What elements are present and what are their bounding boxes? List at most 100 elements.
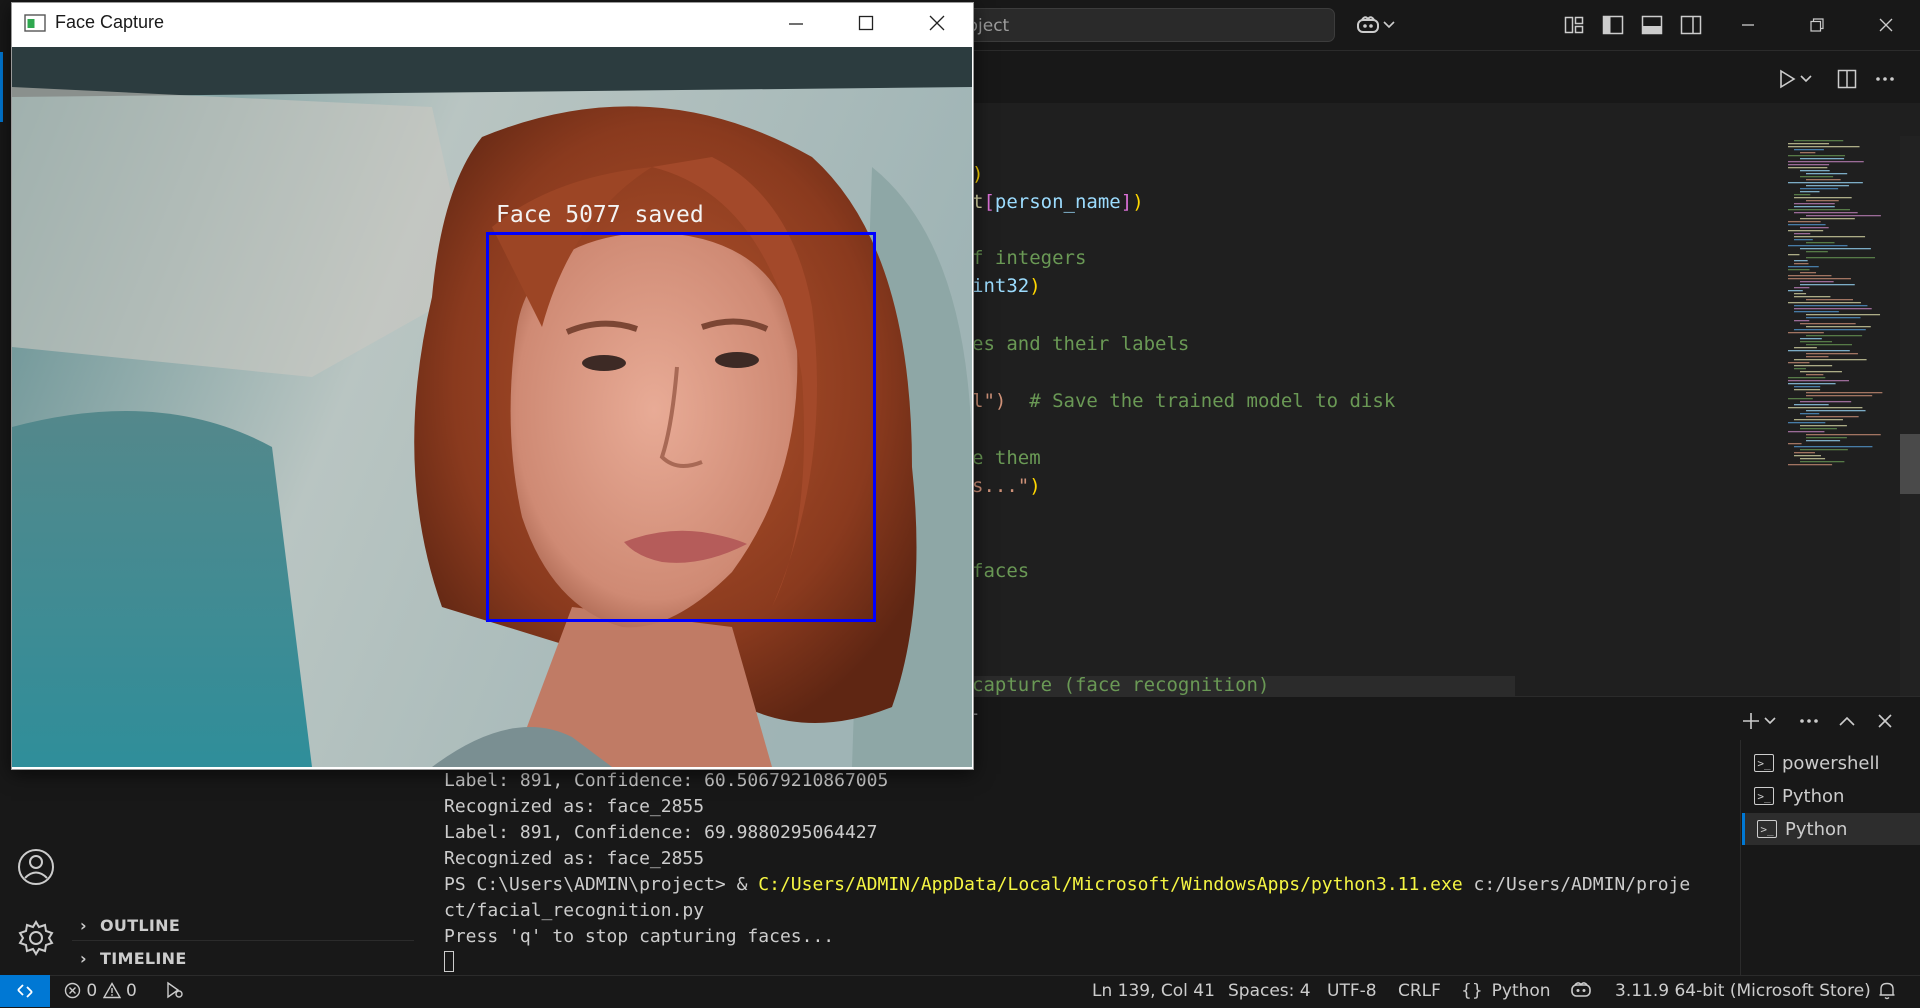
minimap-line xyxy=(1806,173,1848,175)
code-line[interactable]: int32) xyxy=(972,275,1041,297)
editor-breadcrumb-area xyxy=(960,103,1780,172)
toggle-primary-sidebar-icon[interactable] xyxy=(1600,12,1626,38)
new-terminal-plus-icon[interactable] xyxy=(1738,708,1764,734)
manage-gear-icon[interactable] xyxy=(16,918,56,958)
minimap-line xyxy=(1800,341,1833,343)
code-line[interactable]: s...") xyxy=(972,475,1041,497)
terminal-output-line: Press 'q' to stop capturing faces... xyxy=(444,926,835,947)
minimize-icon[interactable] xyxy=(1735,12,1761,38)
toggle-secondary-sidebar-icon[interactable] xyxy=(1678,12,1704,38)
terminal-tab-python-active[interactable]: >_ Python xyxy=(1742,813,1920,845)
warning-count: 0 xyxy=(126,981,137,1001)
copilot-chevron-down-icon[interactable] xyxy=(1381,12,1397,38)
toggle-panel-icon[interactable] xyxy=(1639,12,1665,38)
run-chevron-down-icon[interactable] xyxy=(1798,66,1814,92)
end-of-line[interactable]: CRLF xyxy=(1398,981,1441,1001)
close-icon[interactable] xyxy=(1873,12,1899,38)
minimap[interactable] xyxy=(1780,136,1902,696)
code-token: person_name xyxy=(994,191,1121,213)
window-close-icon[interactable] xyxy=(927,13,947,33)
terminal-tab-powershell[interactable]: >_ powershell xyxy=(1742,747,1920,779)
minimap-line xyxy=(1788,362,1810,364)
editor-scrollbar[interactable] xyxy=(1900,136,1920,696)
cursor-position[interactable]: Ln 139, Col 41 xyxy=(1092,981,1215,1001)
minimap-line xyxy=(1794,311,1839,313)
minimap-line xyxy=(1788,161,1864,163)
face-detection-box xyxy=(486,232,876,622)
copilot-status-icon[interactable] xyxy=(1570,981,1592,1004)
split-editor-icon[interactable] xyxy=(1834,66,1860,92)
problems-indicator[interactable]: 0 0 xyxy=(64,981,137,1001)
minimap-line xyxy=(1788,164,1830,166)
minimap-line xyxy=(1800,449,1848,451)
accounts-icon[interactable] xyxy=(16,847,56,887)
code-line[interactable]: capture (face recognition) xyxy=(972,674,1269,696)
minimap-line xyxy=(1794,329,1866,331)
minimap-line xyxy=(1788,143,1830,145)
minimap-line xyxy=(1800,323,1856,325)
code-token: ) xyxy=(1029,275,1041,297)
timeline-label: TIMELINE xyxy=(100,949,187,968)
minimap-line xyxy=(1806,416,1859,418)
minimap-line xyxy=(1794,452,1815,454)
language-mode[interactable]: {} Python xyxy=(1461,981,1551,1001)
minimap-line xyxy=(1794,263,1809,265)
timeline-section-header[interactable]: › TIMELINE xyxy=(80,949,187,968)
copilot-icon[interactable] xyxy=(1355,12,1381,38)
terminal-icon: >_ xyxy=(1757,820,1777,838)
minimap-line xyxy=(1800,176,1834,178)
code-token: l") xyxy=(972,390,1007,412)
run-python-file-icon[interactable] xyxy=(1774,66,1800,92)
minimap-line xyxy=(1800,170,1830,172)
debug-run-icon[interactable] xyxy=(164,981,184,1004)
chevron-right-icon: › xyxy=(80,949,87,968)
editor-scrollbar-thumb[interactable] xyxy=(1900,434,1920,494)
window-maximize-icon[interactable] xyxy=(856,13,876,33)
minimap-line xyxy=(1788,269,1810,271)
panel-more-actions-icon[interactable] xyxy=(1796,708,1822,734)
minimap-line xyxy=(1800,158,1845,160)
notifications-bell-icon[interactable] xyxy=(1878,981,1896,1005)
minimap-line xyxy=(1788,182,1863,184)
customize-layout-icon[interactable] xyxy=(1561,12,1587,38)
minimap-line xyxy=(1806,299,1853,301)
terminal-tab-python[interactable]: >_ Python xyxy=(1742,780,1920,812)
minimap-line xyxy=(1788,245,1848,247)
language-label: Python xyxy=(1491,981,1551,1001)
python-interpreter[interactable]: 3.11.9 64-bit (Microsoft Store) xyxy=(1615,981,1871,1001)
restore-icon[interactable] xyxy=(1804,12,1830,38)
terminal-icon: >_ xyxy=(1754,787,1774,805)
minimap-line xyxy=(1794,386,1821,388)
minimap-line xyxy=(1806,200,1839,202)
more-actions-icon[interactable] xyxy=(1872,66,1898,92)
code-token: [ xyxy=(983,191,995,213)
command-center[interactable]: roject xyxy=(960,8,1335,42)
minimap-line xyxy=(1800,425,1847,427)
code-line[interactable]: faces xyxy=(972,560,1029,582)
terminal-chevron-down-icon[interactable] xyxy=(1762,708,1778,734)
remote-indicator[interactable] xyxy=(0,975,50,1007)
sidebar-divider xyxy=(72,940,414,941)
outline-section-header[interactable]: › OUTLINE xyxy=(80,916,180,935)
code-line[interactable]: f integers xyxy=(972,247,1086,269)
minimap-line xyxy=(1794,149,1824,151)
minimap-line xyxy=(1794,359,1867,361)
close-panel-icon[interactable] xyxy=(1872,708,1898,734)
encoding[interactable]: UTF-8 xyxy=(1327,981,1377,1001)
code-line[interactable]: e them xyxy=(972,447,1041,469)
maximize-panel-icon[interactable] xyxy=(1834,708,1860,734)
minimap-line xyxy=(1800,248,1871,250)
minimap-line xyxy=(1800,272,1817,274)
window-minimize-icon[interactable] xyxy=(786,14,806,34)
code-line[interactable]: es and their labels xyxy=(972,333,1189,355)
terminal-prompt: PS C:\Users\ADMIN\project> & xyxy=(444,874,759,895)
minimap-line xyxy=(1788,380,1849,382)
indentation[interactable]: Spaces: 4 xyxy=(1228,981,1311,1001)
code-line[interactable]: t[person_name]) xyxy=(972,191,1144,213)
minimap-line xyxy=(1806,335,1863,337)
code-line[interactable]: l") # Save the trained model to disk xyxy=(972,390,1395,412)
minimap-line xyxy=(1806,395,1873,397)
minimap-line xyxy=(1806,215,1881,217)
minimap-line xyxy=(1806,356,1829,358)
minimap-line xyxy=(1800,413,1820,415)
